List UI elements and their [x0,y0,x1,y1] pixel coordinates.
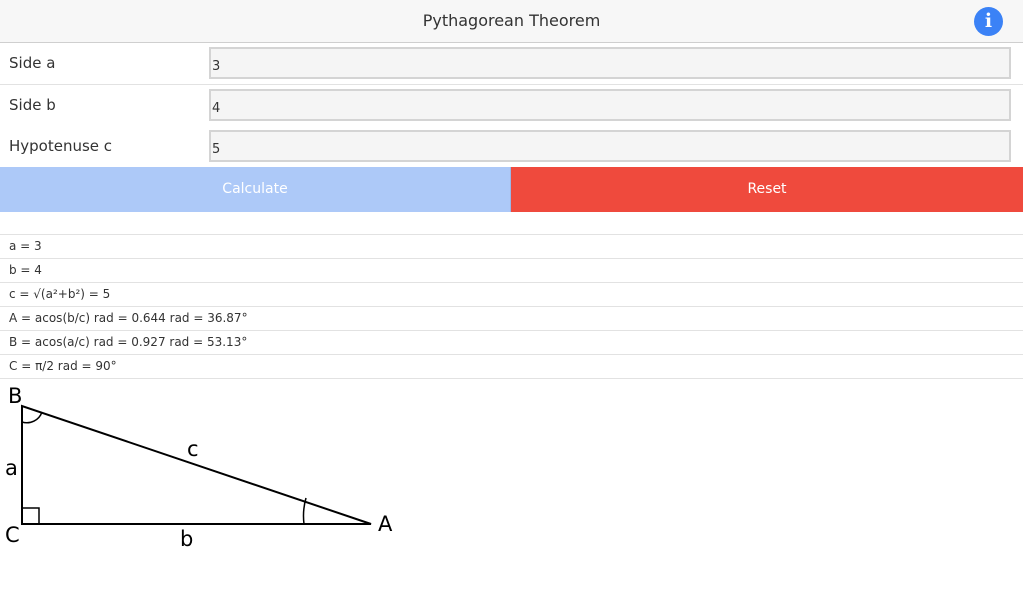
result-side-a: a = 3 [0,235,1023,259]
side-b-input[interactable] [209,89,1011,121]
reset-button[interactable]: Reset [511,167,1023,212]
vertex-c-label: C [5,523,20,547]
side-a-input[interactable] [209,47,1011,79]
result-hypotenuse-c: c = √(a²+b²) = 5 [0,283,1023,307]
side-a-diagram-label: a [5,456,18,480]
hypotenuse-c-input[interactable] [209,130,1011,162]
vertex-a-label: A [378,512,393,536]
side-a-label: Side a [9,54,56,72]
calculate-button[interactable]: Calculate [0,167,511,212]
results-list: a = 3 b = 4 c = √(a²+b²) = 5 A = acos(b/… [0,234,1023,379]
side-a-row: Side a [0,43,1023,85]
triangle-diagram: B C A a b c [5,384,393,551]
side-b-label: Side b [9,96,56,114]
app-header: Pythagorean Theorem i [0,0,1023,43]
info-icon[interactable]: i [974,7,1003,36]
hypotenuse-c-label: Hypotenuse c [9,137,113,155]
angle-b-arc [21,411,43,424]
vertex-b-label: B [8,384,22,408]
side-c-diagram-label: c [187,437,199,461]
page-title: Pythagorean Theorem [422,11,601,30]
triangle-outline [21,404,372,525]
side-b-row: Side b [0,85,1023,127]
result-side-b: b = 4 [0,259,1023,283]
result-angle-a: A = acos(b/c) rad = 0.644 rad = 36.87° [0,307,1023,331]
side-b-diagram-label: b [180,527,193,551]
hypotenuse-c-row: Hypotenuse c [0,126,1023,168]
result-angle-b: B = acos(a/c) rad = 0.927 rad = 53.13° [0,331,1023,355]
result-angle-c: C = π/2 rad = 90° [0,355,1023,379]
right-angle-marker [21,507,40,525]
